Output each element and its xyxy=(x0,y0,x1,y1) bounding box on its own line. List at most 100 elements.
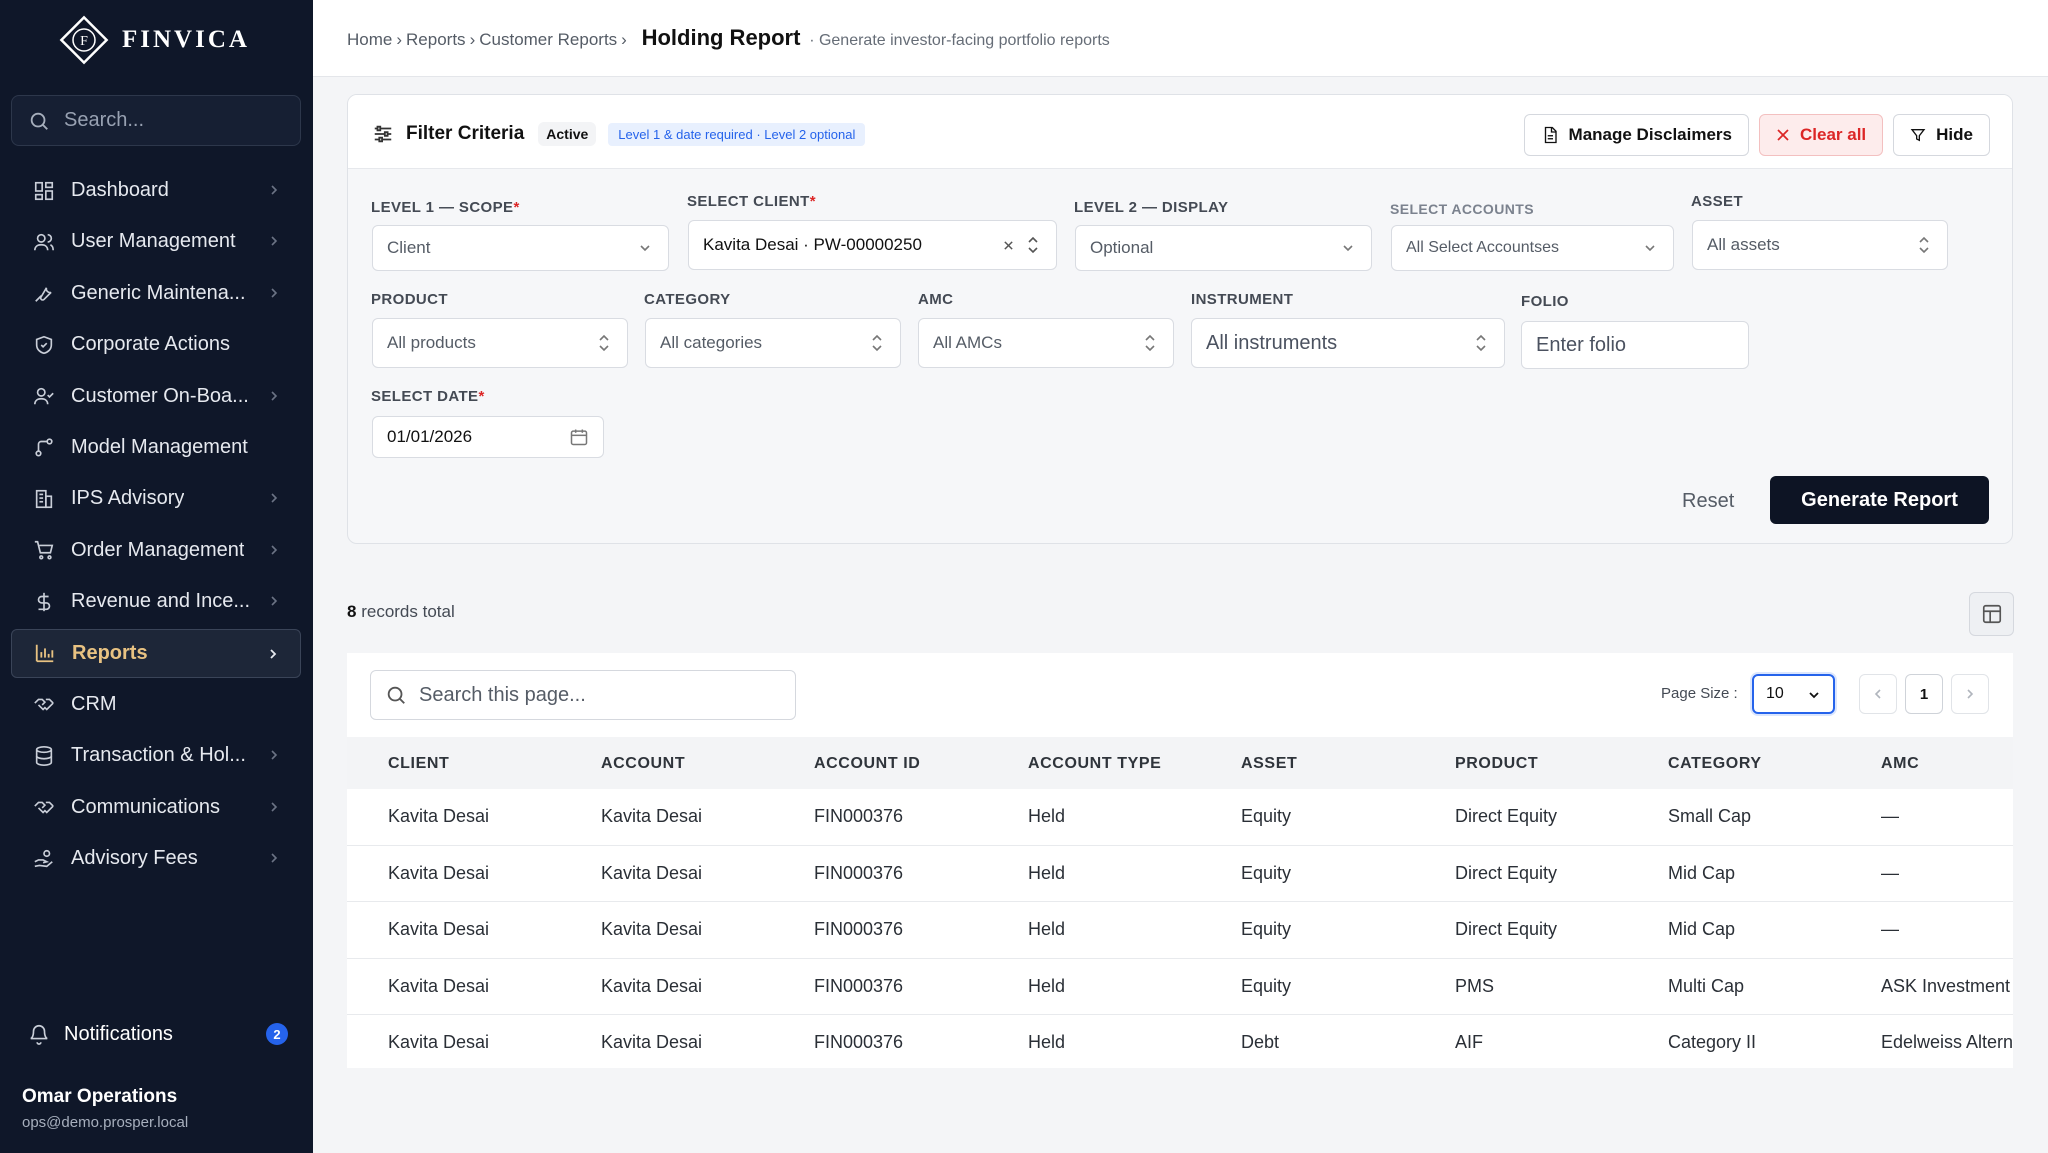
chevron-right-icon xyxy=(271,493,278,503)
cell-client: Kavita Desai xyxy=(388,806,490,826)
amc-select[interactable]: All AMCs xyxy=(918,318,1174,368)
sidebar-nav: Dashboard User Management Generic Mainte… xyxy=(11,166,301,885)
page-size-label: Page Size : xyxy=(1661,685,1738,702)
close-icon[interactable] xyxy=(1003,240,1014,251)
reset-button[interactable]: Reset xyxy=(1682,490,1734,513)
sidebar-item-order-management[interactable]: Order Management xyxy=(11,526,301,575)
sidebar-item-label: Revenue and Ince... xyxy=(71,590,251,613)
page-number-button[interactable]: 1 xyxy=(1905,674,1943,714)
sidebar-item-model-management[interactable]: Model Management xyxy=(11,423,301,472)
filter-icon xyxy=(1910,127,1926,143)
product-select[interactable]: All products xyxy=(372,318,628,368)
asset-label: ASSET xyxy=(1691,193,1744,210)
breadcrumb-reports[interactable]: Reports xyxy=(406,30,466,49)
chevron-right-icon xyxy=(271,545,278,555)
sidebar-item-crm[interactable]: CRM xyxy=(11,680,301,729)
table-row[interactable]: Kavita Desai Kavita Desai FIN000376 Held… xyxy=(347,959,2013,1015)
sidebar-item-reports[interactable]: Reports xyxy=(11,628,301,678)
users-icon xyxy=(31,229,57,255)
prev-page-button[interactable] xyxy=(1859,674,1897,714)
column-header-product[interactable]: PRODUCT xyxy=(1455,755,1538,773)
cell-amc: — xyxy=(1881,862,1899,883)
level2-display-select[interactable]: Optional xyxy=(1075,225,1372,271)
user-profile[interactable]: Omar Operations ops@demo.prosper.local xyxy=(22,1086,188,1131)
asset-select[interactable]: All assets xyxy=(1692,220,1948,270)
select-accounts-select[interactable]: All Select Accountses xyxy=(1391,225,1674,271)
table-row[interactable]: Kavita Desai Kavita Desai FIN000376 Held… xyxy=(347,846,2013,902)
sidebar-item-generic-maintenance[interactable]: Generic Maintena... xyxy=(11,269,301,318)
database-icon xyxy=(31,743,57,769)
handshake-icon xyxy=(31,691,57,717)
sidebar-item-label: Customer On-Boa... xyxy=(71,384,249,407)
sidebar-item-transaction-holdings[interactable]: Transaction & Hol... xyxy=(11,731,301,780)
level1-scope-select[interactable]: Client xyxy=(372,225,669,271)
bell-icon xyxy=(30,1025,48,1045)
handshake-icon xyxy=(31,794,57,820)
search-icon xyxy=(30,112,48,130)
instrument-select[interactable]: All instruments xyxy=(1191,318,1505,368)
generate-report-button[interactable]: Generate Report xyxy=(1770,476,1989,524)
notifications-button[interactable]: Notifications 2 xyxy=(28,1017,288,1051)
sidebar-item-label: Generic Maintena... xyxy=(71,281,246,304)
brand-logo[interactable]: F FINVICA xyxy=(58,14,250,66)
chevron-down-icon xyxy=(1343,245,1353,252)
cell-account-type: Held xyxy=(1028,919,1066,939)
breadcrumb-customer-reports[interactable]: Customer Reports xyxy=(479,30,617,49)
column-header-account[interactable]: ACCOUNT xyxy=(601,755,685,773)
sidebar-search-input[interactable]: Search... xyxy=(11,95,301,146)
column-header-category[interactable]: CATEGORY xyxy=(1668,755,1762,773)
chevron-down-icon xyxy=(1645,245,1655,252)
sidebar-item-label: Dashboard xyxy=(71,179,169,201)
document-icon xyxy=(1541,126,1559,144)
column-header-account-id[interactable]: ACCOUNT ID xyxy=(814,755,920,773)
sidebar-item-advisory-fees[interactable]: Advisory Fees xyxy=(11,834,301,883)
next-page-button[interactable] xyxy=(1951,674,1989,714)
sidebar-item-ips-advisory[interactable]: IPS Advisory xyxy=(11,474,301,523)
cell-account-id: FIN000376 xyxy=(814,975,904,996)
user-name: Omar Operations xyxy=(22,1086,178,1107)
column-header-account-type[interactable]: ACCOUNT TYPE xyxy=(1028,755,1161,773)
breadcrumb-home[interactable]: Home xyxy=(347,30,392,49)
folio-input[interactable]: Enter folio xyxy=(1521,321,1749,369)
sidebar-item-revenue-incentives[interactable]: Revenue and Ince... xyxy=(11,577,301,626)
chevrons-up-down-icon xyxy=(1476,334,1486,352)
cell-client: Kavita Desai xyxy=(388,975,490,996)
table-search-input[interactable]: Search this page... xyxy=(370,670,796,720)
chevrons-up-down-icon xyxy=(1145,334,1155,352)
sidebar-item-label: Order Management xyxy=(71,538,245,561)
table-row[interactable]: Kavita Desai Kavita Desai FIN000376 Held… xyxy=(347,789,2013,846)
sidebar-item-customer-onboarding[interactable]: Customer On-Boa... xyxy=(11,372,301,421)
level1-scope-label: LEVEL 1 — SCOPE* xyxy=(371,199,520,216)
column-layout-button[interactable] xyxy=(1969,592,2014,636)
select-client-combobox[interactable]: Kavita Desai · PW-00000250 xyxy=(688,220,1057,270)
column-header-client[interactable]: CLIENT xyxy=(388,755,449,773)
sidebar-item-corporate-actions[interactable]: Corporate Actions xyxy=(11,320,301,369)
search-icon xyxy=(387,686,405,704)
clear-all-button[interactable]: Clear all xyxy=(1759,114,1884,156)
sidebar-item-communications[interactable]: Communications xyxy=(11,783,301,832)
cell-asset: Equity xyxy=(1241,806,1292,826)
page-size-select[interactable]: 10 xyxy=(1752,674,1835,714)
chevrons-up-down-icon xyxy=(599,334,609,352)
column-header-amc[interactable]: AMC xyxy=(1881,755,1919,773)
category-select[interactable]: All categories xyxy=(645,318,901,368)
hide-filters-button[interactable]: Hide xyxy=(1893,114,1990,156)
category-label: CATEGORY xyxy=(644,291,731,308)
sidebar-item-dashboard[interactable]: Dashboard xyxy=(11,166,301,215)
sidebar-item-user-management[interactable]: User Management xyxy=(11,217,301,266)
chevrons-up-down-icon xyxy=(1028,236,1038,254)
sidebar-item-label: CRM xyxy=(71,692,117,715)
table-row[interactable]: Kavita Desai Kavita Desai FIN000376 Held… xyxy=(347,1015,2013,1068)
cell-product: AIF xyxy=(1455,1032,1484,1052)
breadcrumb: Home › Reports › Customer Reports › Holding R… xyxy=(347,25,1110,50)
chevron-left-icon xyxy=(1874,689,1881,699)
cell-account: Kavita Desai xyxy=(601,806,703,826)
select-date-input[interactable]: 01/01/2026 xyxy=(372,416,604,458)
manage-disclaimers-button[interactable]: Manage Disclaimers xyxy=(1523,114,1749,156)
cell-account: Kavita Desai xyxy=(601,975,703,996)
column-header-asset[interactable]: ASSET xyxy=(1241,755,1297,773)
cell-client: Kavita Desai xyxy=(388,1032,490,1052)
select-client-label: SELECT CLIENT* xyxy=(687,193,816,210)
table-row[interactable]: Kavita Desai Kavita Desai FIN000376 Held… xyxy=(347,902,2013,959)
calendar-icon[interactable] xyxy=(569,427,589,447)
